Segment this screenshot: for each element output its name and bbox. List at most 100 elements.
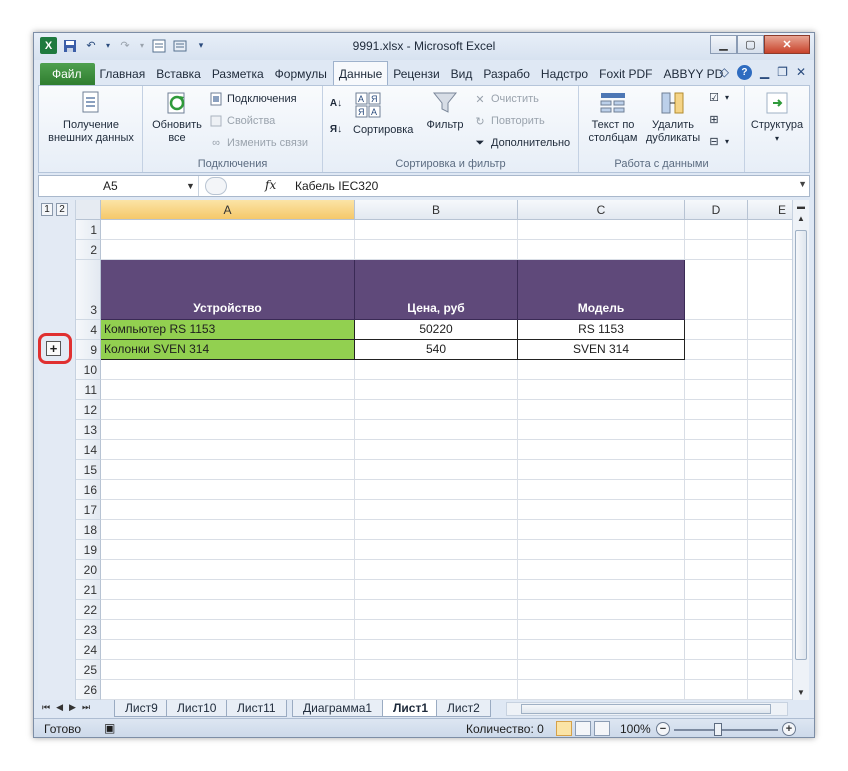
- row-header[interactable]: 10: [76, 360, 101, 380]
- grid-cell[interactable]: [748, 620, 792, 640]
- grid-cell[interactable]: [748, 500, 792, 520]
- row-header[interactable]: 20: [76, 560, 101, 580]
- table-header-cell[interactable]: Устройство: [101, 260, 355, 320]
- grid-cell[interactable]: [518, 660, 685, 680]
- grid-cell[interactable]: [518, 500, 685, 520]
- grid-cell[interactable]: [685, 620, 748, 640]
- grid-cell[interactable]: [101, 660, 355, 680]
- table-cell[interactable]: RS 1153: [518, 320, 685, 340]
- tab-file[interactable]: Файл: [40, 63, 95, 85]
- grid-cell[interactable]: [355, 440, 518, 460]
- next-sheet-icon[interactable]: ▶: [69, 702, 76, 713]
- text-to-columns-button[interactable]: Текст по столбцам: [585, 90, 641, 145]
- maximize-button[interactable]: ▢: [737, 35, 764, 54]
- grid-cell[interactable]: [748, 240, 792, 260]
- grid-cell[interactable]: [101, 380, 355, 400]
- grid-cell[interactable]: [355, 600, 518, 620]
- minimize-button[interactable]: ▁: [710, 35, 737, 54]
- grid-cell[interactable]: [355, 620, 518, 640]
- row-header[interactable]: 25: [76, 660, 101, 680]
- row-header[interactable]: 23: [76, 620, 101, 640]
- table-cell[interactable]: SVEN 314: [518, 340, 685, 360]
- row-header[interactable]: 18: [76, 520, 101, 540]
- zoom-slider-thumb[interactable]: [714, 723, 722, 736]
- sheet-tab-list9[interactable]: Лист9: [114, 700, 169, 717]
- sort-dialog-icon-button[interactable]: АЯЯА: [355, 92, 381, 118]
- grid-cell[interactable]: [101, 580, 355, 600]
- normal-view-button[interactable]: [556, 721, 572, 736]
- advanced-button[interactable]: ⏷ Дополнительно: [473, 136, 571, 150]
- grid-cell[interactable]: [518, 360, 685, 380]
- grid-cell[interactable]: [355, 580, 518, 600]
- horizontal-scrollbar[interactable]: [506, 702, 788, 716]
- grid-cell[interactable]: [355, 520, 518, 540]
- row-header[interactable]: 17: [76, 500, 101, 520]
- grid-cell[interactable]: [518, 400, 685, 420]
- grid-cell[interactable]: [355, 360, 518, 380]
- grid-cell[interactable]: [748, 540, 792, 560]
- grid-cell[interactable]: [355, 640, 518, 660]
- outline-level-2-button[interactable]: 2: [56, 203, 68, 216]
- grid-cell[interactable]: [355, 540, 518, 560]
- grid-cell[interactable]: [518, 460, 685, 480]
- tab-page-layout[interactable]: Разметка: [207, 63, 270, 85]
- page-layout-view-button[interactable]: [575, 721, 591, 736]
- sheet-tab-chart1[interactable]: Диаграмма1: [292, 700, 384, 717]
- grid-cell[interactable]: [685, 660, 748, 680]
- row-header[interactable]: 11: [76, 380, 101, 400]
- row-header[interactable]: 2: [76, 240, 101, 260]
- properties-button[interactable]: Свойства: [209, 114, 275, 128]
- grid-cell[interactable]: [748, 460, 792, 480]
- grid-cell[interactable]: [518, 680, 685, 700]
- formula-handle-icon[interactable]: [205, 177, 227, 195]
- expand-group-button[interactable]: +: [46, 341, 61, 356]
- help-icon[interactable]: ?: [736, 65, 752, 80]
- formula-input[interactable]: Кабель IEC320: [295, 179, 378, 193]
- row-header[interactable]: 21: [76, 580, 101, 600]
- sheet-tab-list2[interactable]: Лист2: [436, 700, 491, 717]
- close-button[interactable]: ✕: [764, 35, 810, 54]
- row-header[interactable]: 13: [76, 420, 101, 440]
- row-header[interactable]: 3: [76, 260, 101, 320]
- row-header[interactable]: 15: [76, 460, 101, 480]
- grid-cell[interactable]: [685, 500, 748, 520]
- grid-cell[interactable]: [685, 240, 748, 260]
- grid-cell[interactable]: [101, 560, 355, 580]
- grid-cell[interactable]: [101, 500, 355, 520]
- sort-az-button[interactable]: A↓: [329, 96, 343, 110]
- grid-cell[interactable]: [685, 340, 748, 360]
- row-header[interactable]: 9: [76, 340, 101, 360]
- macro-record-icon[interactable]: ▣: [104, 721, 115, 735]
- table-header-cell[interactable]: Цена, руб: [355, 260, 518, 320]
- grid-cell[interactable]: [518, 580, 685, 600]
- grid-cell[interactable]: [101, 240, 355, 260]
- grid-cell[interactable]: [355, 420, 518, 440]
- name-box-dropdown-icon[interactable]: ▼: [186, 181, 195, 191]
- row-header[interactable]: 22: [76, 600, 101, 620]
- expand-formula-bar-icon[interactable]: ▼: [798, 179, 807, 189]
- grid-cell[interactable]: [748, 660, 792, 680]
- table-cell[interactable]: Компьютер RS 1153: [101, 320, 355, 340]
- remove-duplicates-button[interactable]: Удалить дубликаты: [643, 90, 703, 145]
- grid-cell[interactable]: [518, 640, 685, 660]
- grid-cell[interactable]: [748, 440, 792, 460]
- grid-cell[interactable]: [518, 480, 685, 500]
- select-all-corner[interactable]: [76, 200, 101, 220]
- grid-cell[interactable]: [101, 360, 355, 380]
- grid-cell[interactable]: [748, 260, 792, 320]
- split-box-icon[interactable]: ▬: [793, 202, 809, 211]
- grid-cell[interactable]: [518, 420, 685, 440]
- grid-cell[interactable]: [748, 320, 792, 340]
- grid-cell[interactable]: [748, 420, 792, 440]
- outline-level-1-button[interactable]: 1: [41, 203, 53, 216]
- grid-cell[interactable]: [685, 680, 748, 700]
- grid-cell[interactable]: [101, 520, 355, 540]
- grid-cell[interactable]: [748, 400, 792, 420]
- grid-cell[interactable]: [748, 520, 792, 540]
- sheet-tab-list11[interactable]: Лист11: [226, 700, 287, 717]
- sort-za-button[interactable]: Я↓: [329, 122, 343, 136]
- grid-cell[interactable]: [101, 620, 355, 640]
- grid-cell[interactable]: [685, 360, 748, 380]
- row-header[interactable]: 14: [76, 440, 101, 460]
- connections-button[interactable]: Подключения: [209, 92, 297, 106]
